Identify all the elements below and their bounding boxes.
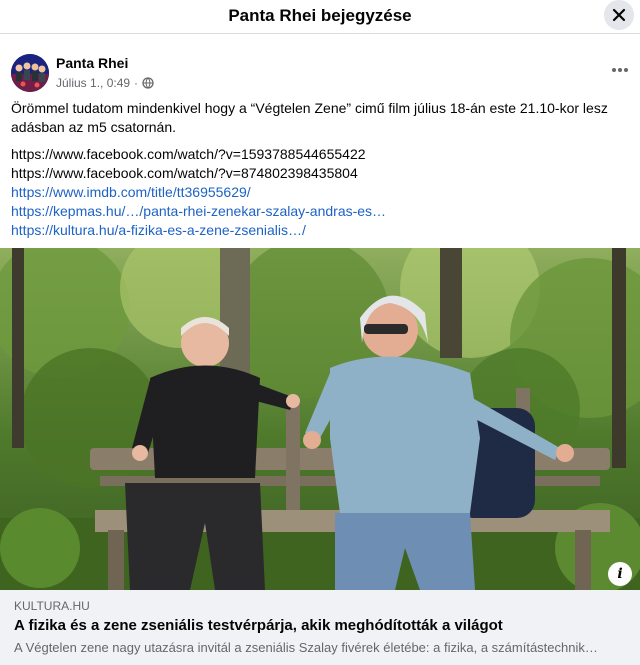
dialog-title: Panta Rhei bejegyzése <box>228 6 412 25</box>
post-timestamp[interactable]: Július 1., 0:49 <box>56 76 130 90</box>
info-button[interactable]: i <box>608 562 632 586</box>
link-preview-card[interactable]: KULTURA.HU A fizika és a zene zseniális … <box>0 590 640 665</box>
post-header: Panta Rhei Július 1., 0:49 · <box>0 50 640 94</box>
author-name[interactable]: Panta Rhei <box>56 55 128 71</box>
link-facebook-watch-2[interactable]: https://www.facebook.com/watch/?v=874802… <box>11 164 631 183</box>
preview-source: KULTURA.HU <box>14 599 90 613</box>
photo-illustration <box>0 248 640 590</box>
info-icon: i <box>617 566 623 582</box>
preview-description: A Végtelen zene nagy utazásra invitál a … <box>14 640 598 655</box>
dialog-header: Panta Rhei bejegyzése <box>0 0 640 34</box>
post-text: Örömmel tudatom mindenkivel hogy a “Végt… <box>11 100 608 135</box>
meta-separator: · <box>134 76 139 90</box>
link-facebook-watch-1[interactable]: https://www.facebook.com/watch/?v=159378… <box>11 145 631 164</box>
post-meta: Július 1., 0:49 · <box>56 76 154 90</box>
more-options-button[interactable] <box>606 58 634 82</box>
post-photo[interactable]: i <box>0 248 640 590</box>
close-icon <box>612 8 626 22</box>
close-button[interactable] <box>604 0 634 30</box>
post-links: https://www.facebook.com/watch/?v=159378… <box>11 145 631 240</box>
link-kepmas[interactable]: https://kepmas.hu/…/panta-rhei-zenekar-s… <box>11 202 631 221</box>
preview-title[interactable]: A fizika és a zene zseniális testvérpárj… <box>14 617 503 634</box>
globe-icon[interactable] <box>142 77 154 89</box>
more-options-icon <box>612 68 628 72</box>
link-imdb[interactable]: https://www.imdb.com/title/tt36955629/ <box>11 183 631 202</box>
link-kultura[interactable]: https://kultura.hu/a-fizika-es-a-zene-zs… <box>11 221 631 240</box>
avatar[interactable] <box>11 54 49 92</box>
